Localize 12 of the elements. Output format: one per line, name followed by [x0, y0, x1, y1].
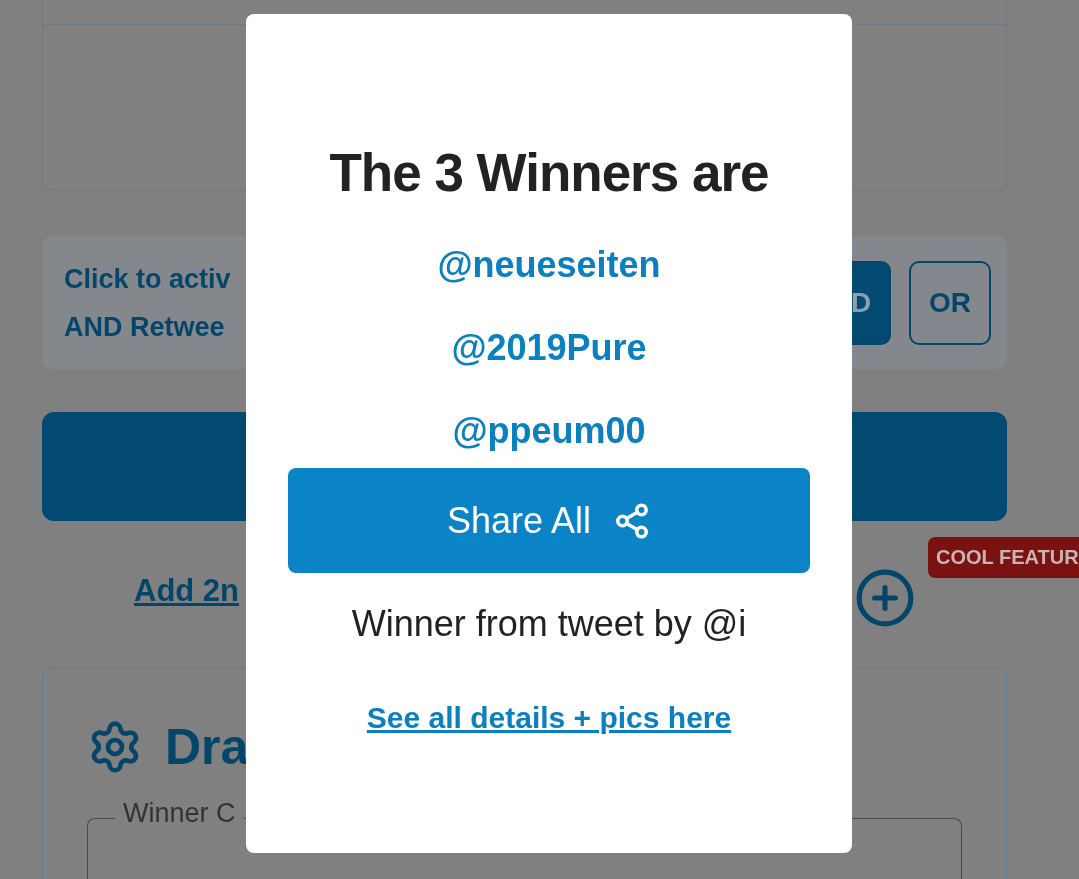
winner-link[interactable]: @neueseiten — [437, 223, 661, 306]
filter-text: AND Retwee — [64, 310, 226, 344]
dialog-title: The 3 Winners are — [329, 142, 769, 203]
feature-badge: COOL FEATUR — [928, 536, 1079, 578]
share-button[interactable]: Share All — [288, 468, 810, 573]
winner-note: Winner from tweet by @i — [351, 603, 747, 645]
add-link[interactable]: Add 2n — [134, 572, 240, 609]
details-link[interactable]: See all details + pics here — [366, 701, 732, 735]
winner-link[interactable]: @2019Pure — [451, 306, 647, 389]
filter-text: Click to activ — [64, 262, 231, 296]
card-title: Dra — [165, 718, 249, 776]
toggle-button[interactable]: OR — [909, 260, 991, 345]
